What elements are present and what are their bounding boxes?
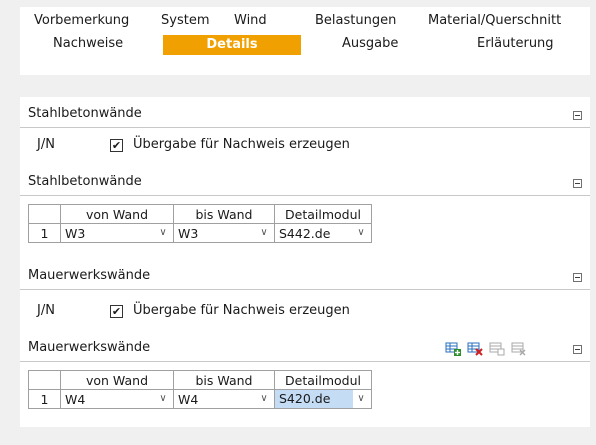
- section-header-stb-options: Stahlbetonwände: [20, 103, 590, 128]
- collapse-icon[interactable]: [573, 111, 582, 120]
- jn-label: J/N: [37, 137, 55, 152]
- copy-row-icon[interactable]: [489, 342, 505, 356]
- von-wand-value: W4: [65, 391, 86, 407]
- tab-bar: Vorbemerkung System Wind Belastungen Mat…: [20, 7, 590, 75]
- tab-material-querschnitt[interactable]: Material/Querschnitt: [428, 11, 561, 31]
- row-index: 1: [28, 223, 61, 243]
- section-title: Stahlbetonwände: [28, 174, 142, 189]
- table-row: 1 W3 ∨ W3 ∨ S442.de ∨: [28, 223, 372, 243]
- chevron-down-icon[interactable]: ∨: [157, 393, 169, 405]
- header-detailmodul: Detailmodul: [274, 370, 372, 390]
- von-wand-select[interactable]: W3 ∨: [60, 223, 174, 243]
- section-header-mw-table: Mauerwerkswände: [20, 337, 590, 362]
- von-wand-select[interactable]: W4 ∨: [60, 389, 174, 409]
- section-title: Mauerwerkswände: [28, 340, 151, 355]
- detailmodul-select[interactable]: S442.de ∨: [274, 223, 372, 243]
- chevron-down-icon[interactable]: ∨: [258, 393, 270, 405]
- header-index: [28, 370, 61, 390]
- section-title: Mauerwerkswände: [28, 268, 151, 283]
- detailmodul-value: S420.de: [275, 390, 353, 408]
- chevron-down-icon[interactable]: ∨: [157, 227, 169, 239]
- header-bis-wand: bis Wand: [173, 370, 275, 390]
- stb-wall-table: von Wand bis Wand Detailmodul 1 W3 ∨ W3 ∨ …: [28, 204, 372, 243]
- table-header-row: von Wand bis Wand Detailmodul: [28, 370, 372, 390]
- tab-vorbemerkung[interactable]: Vorbemerkung: [34, 11, 129, 31]
- bis-wand-value: W4: [178, 391, 199, 407]
- tab-erlaeuterung[interactable]: Erläuterung: [477, 34, 554, 54]
- jn-label: J/N: [37, 303, 55, 318]
- header-index: [28, 204, 61, 224]
- header-bis-wand: bis Wand: [173, 204, 275, 224]
- collapse-icon[interactable]: [573, 345, 582, 354]
- detailmodul-value: S442.de: [279, 225, 331, 241]
- checkbox-label: Übergabe für Nachweis erzeugen: [133, 303, 350, 318]
- uebergabe-checkbox[interactable]: ✔: [110, 139, 123, 152]
- table-header-row: von Wand bis Wand Detailmodul: [28, 204, 372, 224]
- collapse-icon[interactable]: [573, 179, 582, 188]
- tab-system[interactable]: System: [161, 11, 209, 31]
- bis-wand-select[interactable]: W4 ∨: [173, 389, 275, 409]
- row-index: 1: [28, 389, 61, 409]
- section-header-stb-table: Stahlbetonwände: [20, 171, 590, 196]
- tab-ausgabe[interactable]: Ausgabe: [342, 34, 398, 54]
- tab-wind[interactable]: Wind: [234, 11, 267, 31]
- insert-row-icon[interactable]: [445, 342, 461, 356]
- clear-row-icon[interactable]: [511, 342, 527, 356]
- section-title: Stahlbetonwände: [28, 106, 142, 121]
- tab-belastungen[interactable]: Belastungen: [315, 11, 396, 31]
- mw-wall-table: von Wand bis Wand Detailmodul 1 W4 ∨ W4 ∨ …: [28, 370, 372, 409]
- detailmodul-select[interactable]: S420.de ∨: [274, 389, 372, 409]
- details-content: Stahlbetonwände J/N ✔ Übergabe für Nachw…: [20, 97, 590, 427]
- uebergabe-checkbox[interactable]: ✔: [110, 305, 123, 318]
- delete-row-icon[interactable]: [467, 342, 483, 356]
- collapse-icon[interactable]: [573, 273, 582, 282]
- bis-wand-select[interactable]: W3 ∨: [173, 223, 275, 243]
- header-von-wand: von Wand: [60, 204, 174, 224]
- table-row: 1 W4 ∨ W4 ∨ S420.de ∨: [28, 389, 372, 409]
- tab-details[interactable]: Details: [163, 35, 301, 55]
- chevron-down-icon[interactable]: ∨: [258, 227, 270, 239]
- header-detailmodul: Detailmodul: [274, 204, 372, 224]
- chevron-down-icon[interactable]: ∨: [355, 227, 367, 239]
- header-von-wand: von Wand: [60, 370, 174, 390]
- bis-wand-value: W3: [178, 225, 199, 241]
- tab-nachweise[interactable]: Nachweise: [53, 34, 123, 54]
- checkbox-label: Übergabe für Nachweis erzeugen: [133, 137, 350, 152]
- von-wand-value: W3: [65, 225, 86, 241]
- chevron-down-icon[interactable]: ∨: [355, 393, 367, 405]
- section-header-mw-options: Mauerwerkswände: [20, 265, 590, 290]
